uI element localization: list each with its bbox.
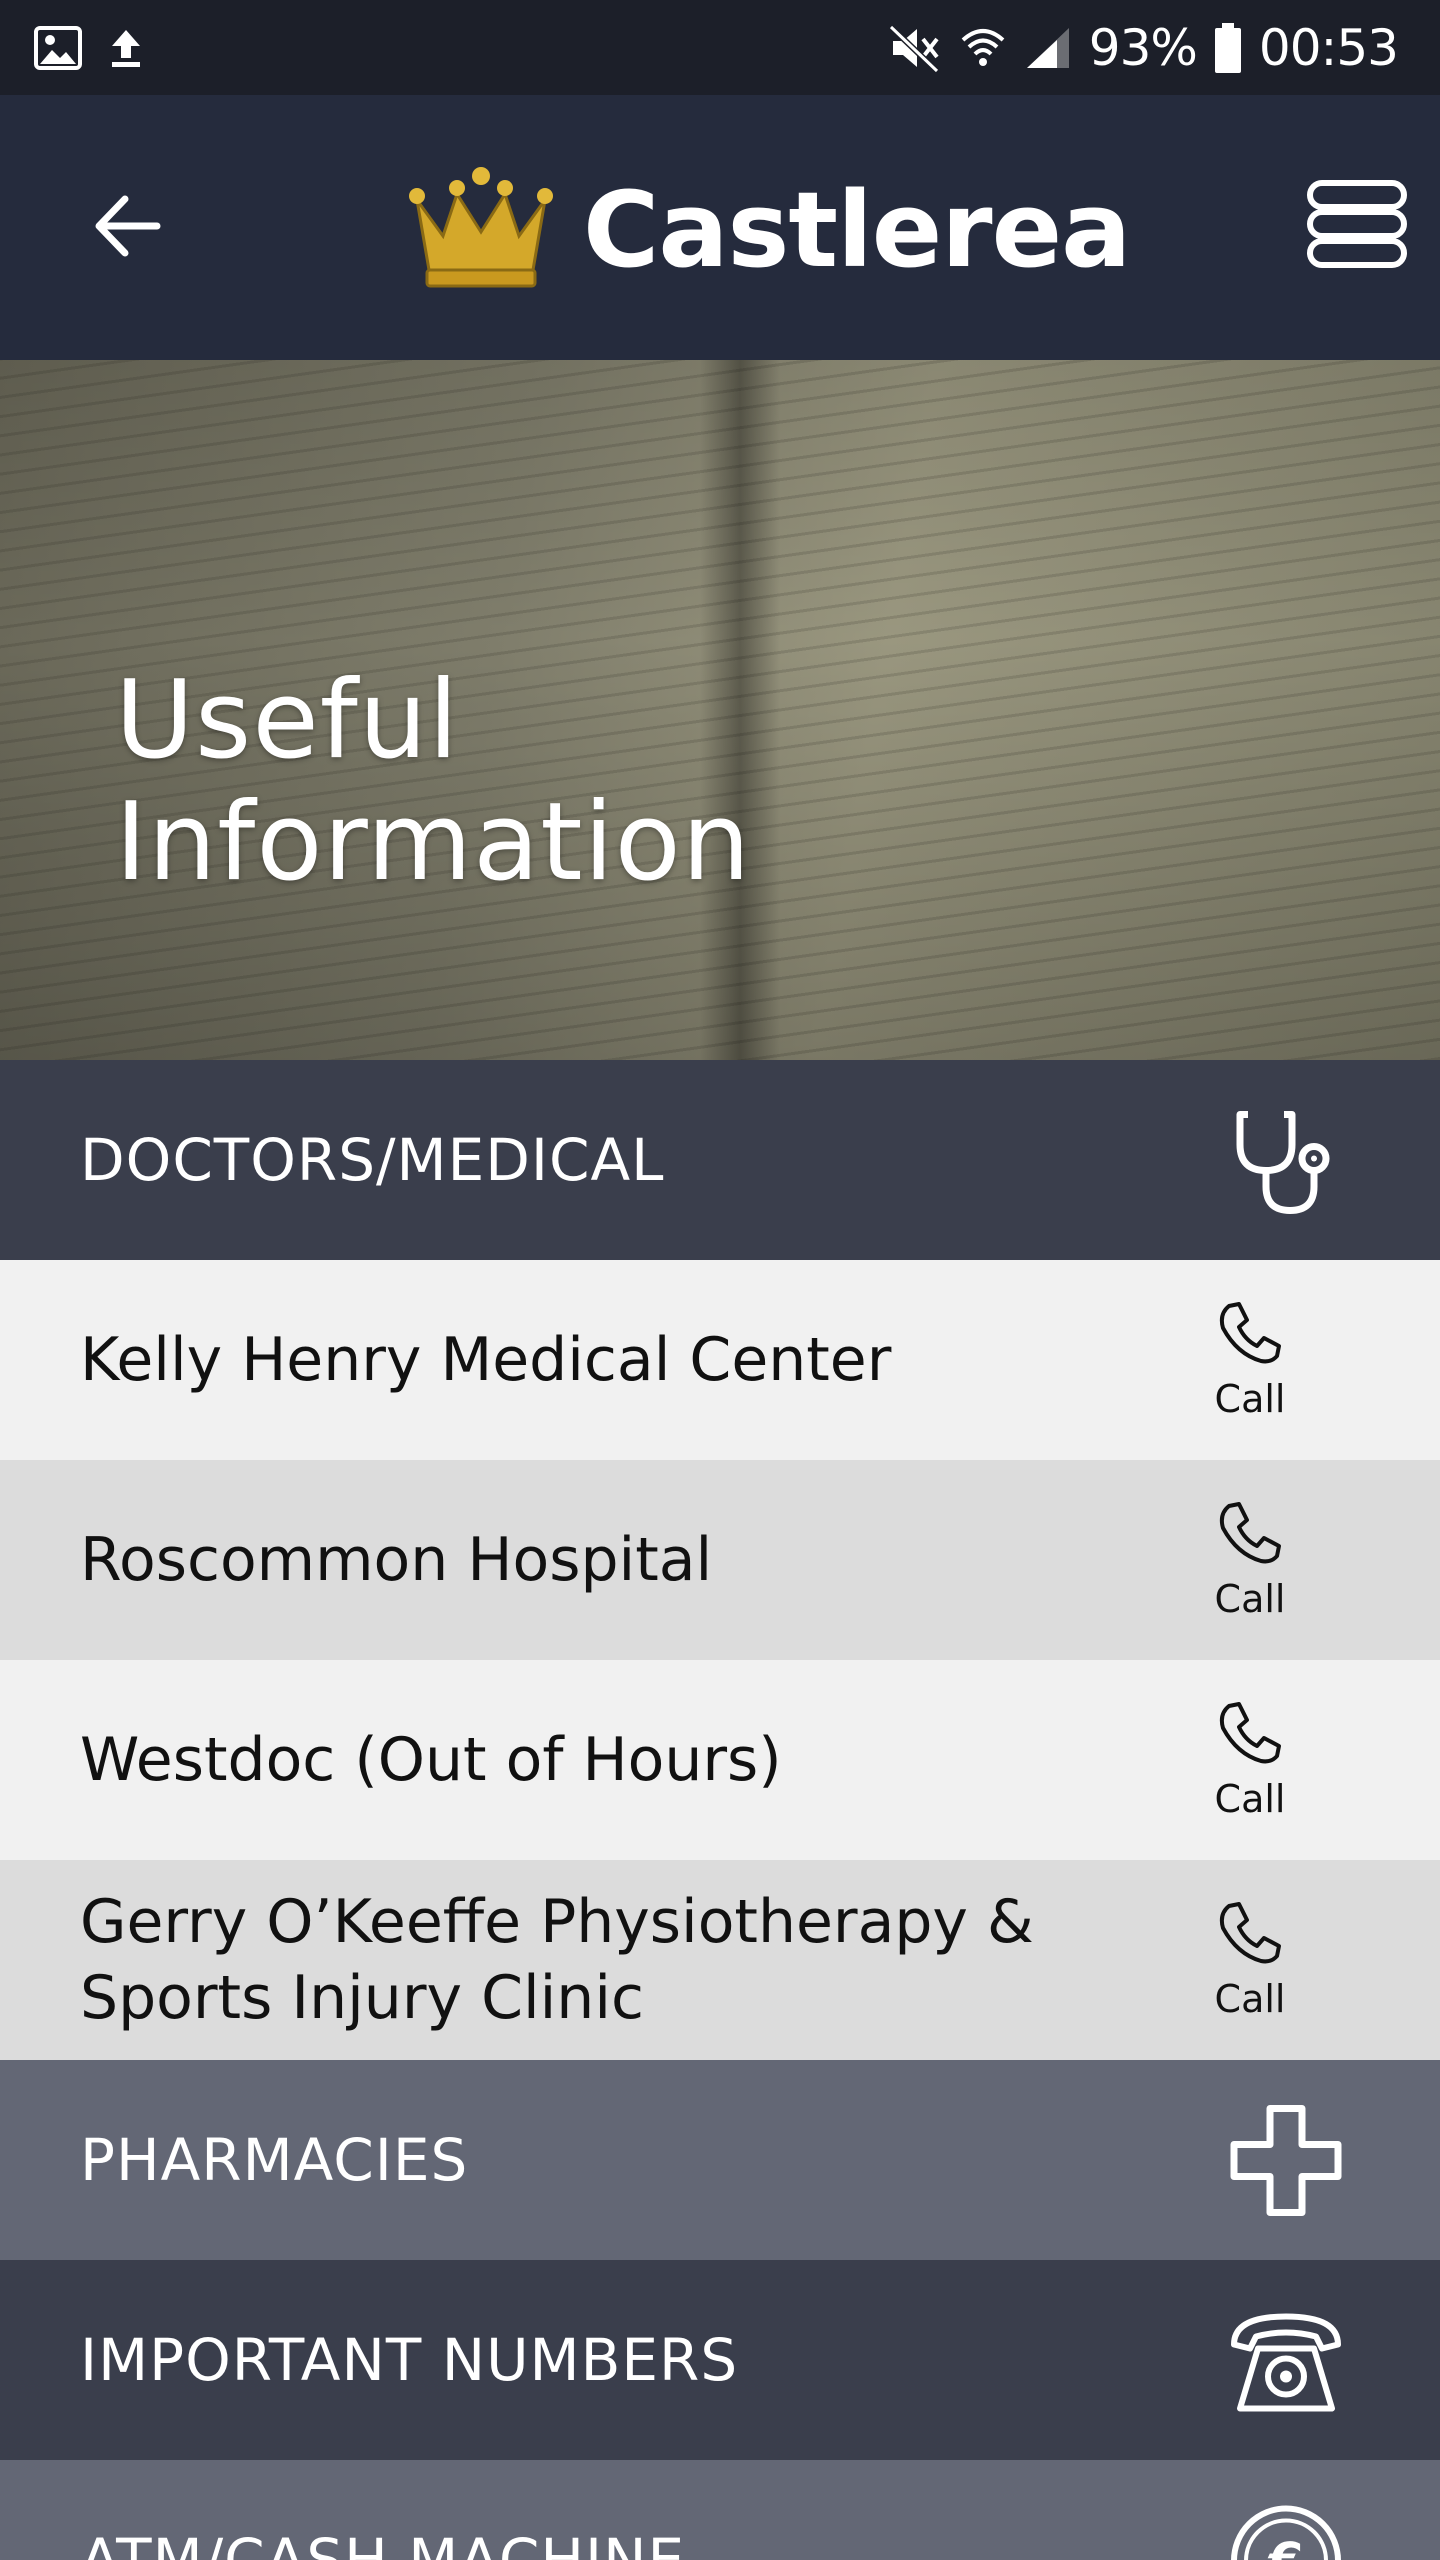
- info-list: DOCTORS/MEDICAL Kelly Henry Medical Cent…: [0, 1060, 1440, 2560]
- call-button[interactable]: Call: [1190, 1900, 1310, 2024]
- list-item[interactable]: Gerry O’Keeffe Physiotherapy & Sports In…: [0, 1860, 1440, 2060]
- euro-icon: €: [1223, 2498, 1348, 2560]
- phone-icon: [1215, 1900, 1285, 1971]
- wifi-icon: [959, 24, 1007, 72]
- telephone-icon: [1223, 2298, 1348, 2423]
- category-label: PHARMACIES: [80, 2126, 469, 2194]
- clock: 00:53: [1258, 19, 1399, 77]
- menu-button[interactable]: [1304, 173, 1410, 279]
- call-button[interactable]: Call: [1190, 1300, 1310, 1424]
- contact-name: Gerry O’Keeffe Physiotherapy & Sports In…: [80, 1887, 1034, 2033]
- category-label: DOCTORS/MEDICAL: [80, 1126, 665, 1194]
- brand-logo: Castlerea: [405, 165, 1131, 295]
- contact-name: Roscommon Hospital: [80, 1525, 713, 1595]
- category-label: ATM/CASH MACHINE: [80, 2526, 686, 2560]
- svg-text:€: €: [1267, 2532, 1303, 2560]
- stethoscope-icon: [1223, 1098, 1348, 1223]
- phone-icon: [1215, 1500, 1285, 1571]
- phone-icon: [1215, 1700, 1285, 1771]
- image-notification-icon: [34, 26, 82, 70]
- brand-name: Castlerea: [583, 169, 1131, 291]
- page-title: Useful Information: [115, 658, 752, 905]
- signal-icon: [1023, 24, 1073, 72]
- contact-name: Kelly Henry Medical Center: [80, 1325, 892, 1395]
- call-label: Call: [1214, 1377, 1286, 1421]
- list-item[interactable]: Westdoc (Out of Hours) Call: [0, 1660, 1440, 1860]
- status-bar: 93% 00:53: [0, 0, 1440, 95]
- hero-banner: Useful Information: [0, 360, 1440, 1060]
- category-important-numbers[interactable]: IMPORTANT NUMBERS: [0, 2260, 1440, 2460]
- call-button[interactable]: Call: [1190, 1500, 1310, 1624]
- category-pharmacies[interactable]: PHARMACIES: [0, 2060, 1440, 2260]
- app-header: Castlerea: [0, 95, 1440, 360]
- call-label: Call: [1214, 1777, 1286, 1821]
- battery-icon: [1213, 21, 1243, 75]
- upload-icon: [108, 26, 144, 70]
- call-label: Call: [1214, 1577, 1286, 1621]
- arrow-left-icon: [91, 193, 163, 264]
- list-item[interactable]: Kelly Henry Medical Center Call: [0, 1260, 1440, 1460]
- call-button[interactable]: Call: [1190, 1700, 1310, 1824]
- category-label: IMPORTANT NUMBERS: [80, 2326, 739, 2394]
- mute-icon: [887, 23, 943, 73]
- list-item[interactable]: Roscommon Hospital Call: [0, 1460, 1440, 1660]
- back-button[interactable]: [82, 183, 172, 273]
- category-atm[interactable]: ATM/CASH MACHINE €: [0, 2460, 1440, 2560]
- phone-icon: [1215, 1300, 1285, 1371]
- call-label: Call: [1214, 1977, 1286, 2021]
- crown-icon: [405, 166, 557, 295]
- contact-name: Westdoc (Out of Hours): [80, 1725, 782, 1795]
- menu-stack-icon: [1306, 179, 1408, 274]
- medical-cross-icon: [1223, 2098, 1348, 2223]
- battery-percent: 93%: [1088, 19, 1198, 77]
- category-doctors-medical[interactable]: DOCTORS/MEDICAL: [0, 1060, 1440, 1260]
